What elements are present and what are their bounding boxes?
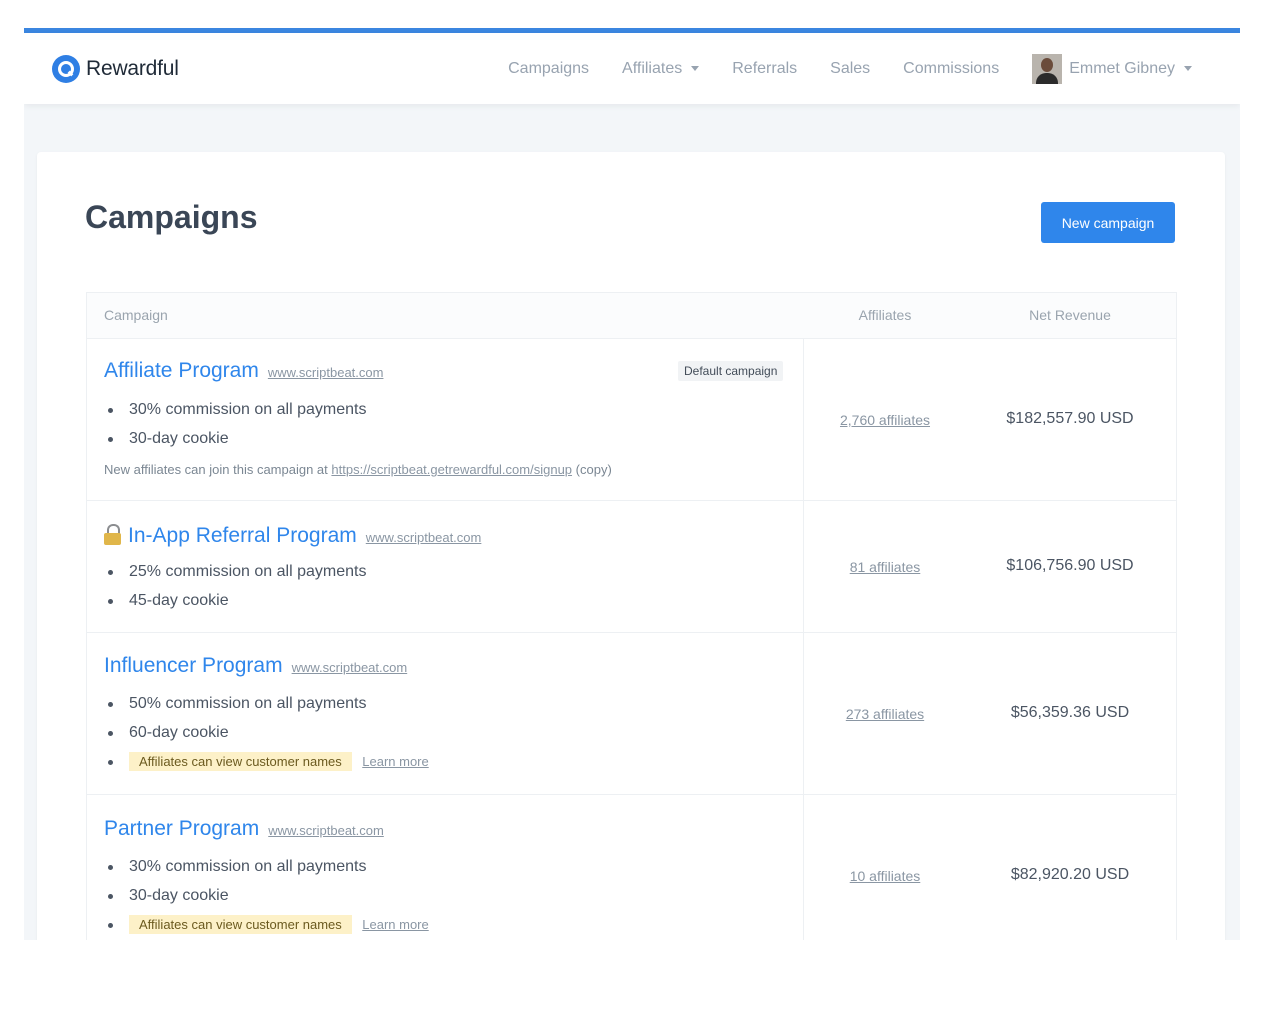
new-campaign-button[interactable]: New campaign [1041, 202, 1175, 243]
net-revenue: $56,359.36 USD [1010, 704, 1130, 721]
net-revenue: $182,557.90 USD [1006, 410, 1134, 427]
table-header: Campaign Affiliates Net Revenue [87, 293, 1176, 339]
list-item: 30-day cookie [107, 424, 366, 453]
list-item: 25% commission on all payments [107, 557, 366, 586]
list-item: Affiliates can view customer names Learn… [107, 747, 429, 776]
avatar [1032, 53, 1063, 84]
list-item: 30-day cookie [107, 881, 429, 910]
list-item: 30% commission on all payments [107, 852, 429, 881]
campaign-details: 30% commission on all payments 30-day co… [107, 852, 429, 939]
nav-sales[interactable]: Sales [830, 60, 870, 78]
user-name: Emmet Gibney [1069, 59, 1175, 77]
default-campaign-badge: Default campaign [678, 361, 784, 381]
affiliates-count-link[interactable]: 81 affiliates [803, 559, 967, 575]
affiliates-count-link[interactable]: 273 affiliates [803, 706, 967, 722]
campaigns-table: Campaign Affiliates Net Revenue Affiliat… [86, 292, 1177, 940]
campaigns-card: Campaigns New campaign Campaign Affiliat… [37, 152, 1225, 940]
app-frame: Rewardful Campaigns Affiliates Referrals… [24, 28, 1240, 940]
nav-commissions[interactable]: Commissions [903, 60, 999, 78]
list-item: 45-day cookie [107, 586, 366, 615]
brand-logo[interactable]: Rewardful [52, 54, 179, 84]
affiliates-count-link[interactable]: 10 affiliates [803, 868, 967, 884]
campaign-details: 50% commission on all payments 60-day co… [107, 689, 429, 776]
campaign-title: In-App Referral Program www.scriptbeat.c… [104, 522, 481, 548]
chevron-down-icon [1184, 66, 1192, 71]
net-revenue: $106,756.90 USD [1006, 557, 1134, 574]
net-revenue: $82,920.20 USD [1010, 866, 1130, 883]
user-menu[interactable]: Emmet Gibney [1032, 53, 1192, 84]
table-row: Influencer Program www.scriptbeat.com 50… [87, 633, 1176, 795]
list-item: 50% commission on all payments [107, 689, 429, 718]
lock-icon [104, 524, 121, 545]
campaign-name-link[interactable]: Influencer Program [104, 654, 283, 678]
copy-link[interactable]: (copy) [576, 462, 612, 477]
column-header-affiliates: Affiliates [858, 307, 912, 323]
join-text: New affiliates can join this campaign at [104, 462, 328, 477]
customer-names-flag: Affiliates can view customer names [129, 915, 352, 934]
list-item: Affiliates can view customer names Learn… [107, 910, 429, 939]
campaign-name-link[interactable]: Affiliate Program [104, 359, 259, 383]
customer-names-flag: Affiliates can view customer names [129, 752, 352, 771]
table-row: Partner Program www.scriptbeat.com 30% c… [87, 795, 1176, 940]
campaign-site-link[interactable]: www.scriptbeat.com [366, 530, 482, 545]
list-item: 30% commission on all payments [107, 395, 366, 424]
campaign-name-link[interactable]: In-App Referral Program [128, 524, 357, 548]
signup-url-link[interactable]: https://scriptbeat.getrewardful.com/sign… [331, 462, 572, 477]
campaign-title: Partner Program www.scriptbeat.com [104, 817, 384, 841]
table-row: In-App Referral Program www.scriptbeat.c… [87, 501, 1176, 633]
campaign-title: Influencer Program www.scriptbeat.com [104, 654, 407, 678]
campaign-site-link[interactable]: www.scriptbeat.com [268, 365, 384, 380]
join-info: New affiliates can join this campaign at… [104, 462, 612, 477]
nav-links: Campaigns Affiliates Referrals Sales Com… [475, 33, 1192, 104]
rewardful-logo-icon [52, 55, 80, 83]
learn-more-link[interactable]: Learn more [362, 917, 428, 932]
chevron-down-icon [691, 66, 700, 71]
campaign-title: Affiliate Program www.scriptbeat.com [104, 359, 383, 383]
list-item: 60-day cookie [107, 718, 429, 747]
campaign-site-link[interactable]: www.scriptbeat.com [292, 660, 408, 675]
nav-affiliates-label: Affiliates [622, 59, 683, 77]
brand-name: Rewardful [86, 57, 179, 80]
learn-more-link[interactable]: Learn more [362, 754, 428, 769]
nav-affiliates[interactable]: Affiliates [622, 59, 700, 78]
navbar: Rewardful Campaigns Affiliates Referrals… [24, 33, 1240, 104]
campaign-details: 30% commission on all payments 30-day co… [107, 395, 366, 453]
table-row: Affiliate Program www.scriptbeat.com Def… [87, 339, 1176, 501]
campaign-site-link[interactable]: www.scriptbeat.com [268, 823, 384, 838]
nav-campaigns[interactable]: Campaigns [508, 60, 589, 78]
column-header-campaign: Campaign [104, 307, 168, 323]
column-header-net-revenue: Net Revenue [1029, 307, 1111, 323]
campaign-name-link[interactable]: Partner Program [104, 817, 259, 841]
affiliates-count-link[interactable]: 2,760 affiliates [803, 412, 967, 428]
campaign-details: 25% commission on all payments 45-day co… [107, 557, 366, 615]
page-title: Campaigns [85, 199, 258, 235]
nav-referrals[interactable]: Referrals [732, 60, 797, 78]
